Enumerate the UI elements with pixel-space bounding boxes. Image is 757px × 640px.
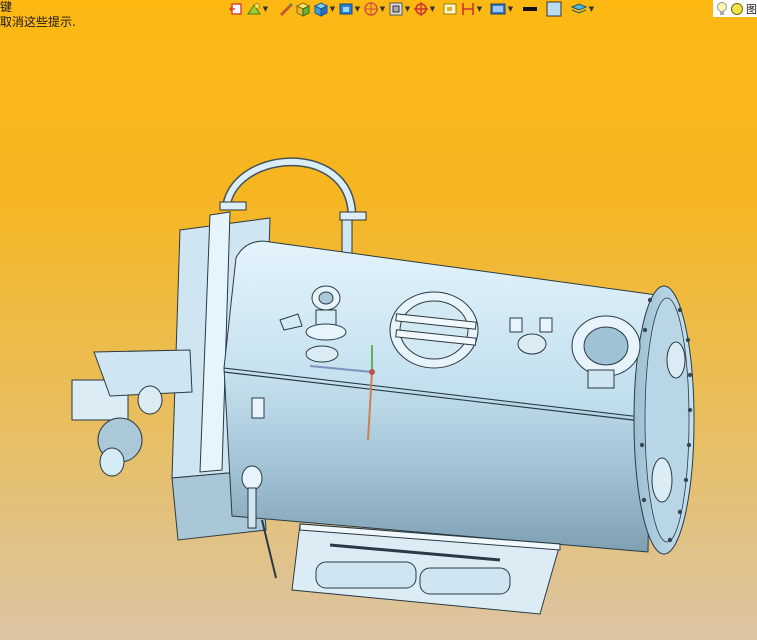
model-viewport[interactable] — [0, 0, 757, 640]
large-manhole-cover — [389, 291, 479, 369]
end-cap — [633, 285, 695, 555]
